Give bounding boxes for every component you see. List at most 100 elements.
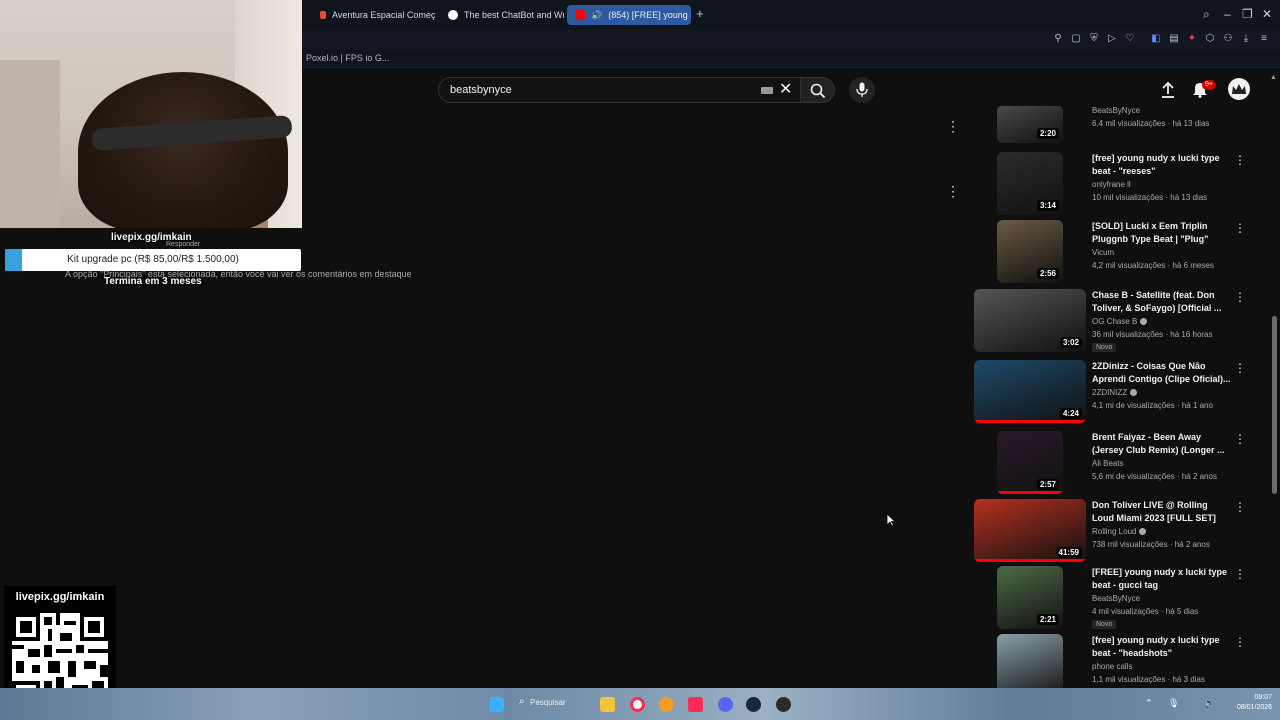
- channel-name[interactable]: Rolling Loud: [1092, 527, 1147, 536]
- channel-name-text: phone calls: [1092, 662, 1133, 671]
- bookmark-poxel[interactable]: Poxel.io | FPS io G...: [306, 53, 389, 63]
- video-thumbnail[interactable]: 2:21: [997, 566, 1063, 629]
- menu-icon[interactable]: ≡: [1258, 33, 1270, 45]
- pin-icon[interactable]: ⚲: [1052, 33, 1064, 45]
- taskbar-search-icon[interactable]: ⌕: [519, 696, 525, 707]
- fl-studio-icon[interactable]: [659, 697, 674, 712]
- clock[interactable]: 09:07 08/01/2026: [1237, 693, 1272, 713]
- channel-name[interactable]: onlyfrane ll: [1092, 180, 1131, 189]
- windows-start-icon[interactable]: [489, 697, 504, 712]
- channel-name[interactable]: phone calls: [1092, 662, 1132, 671]
- maximize-icon[interactable]: ❐: [1242, 7, 1253, 21]
- tab-youtube[interactable]: 🔊 (854) [FREE] young nu: [567, 5, 691, 25]
- video-thumbnail[interactable]: 3:02: [974, 289, 1086, 352]
- video-meta: 6,4 mil visualizações · há 13 dias: [1092, 119, 1210, 128]
- video-more-options-icon[interactable]: ⋮: [1234, 362, 1246, 374]
- obs-icon[interactable]: [776, 697, 791, 712]
- download-icon[interactable]: ⤓: [1240, 33, 1252, 45]
- video-title[interactable]: 2ZDinizz - Coisas Que Não Aprendi Contig…: [1092, 360, 1232, 386]
- translate-extension-icon[interactable]: ◧: [1150, 33, 1162, 45]
- video-more-options-icon[interactable]: ⋮: [1234, 291, 1246, 303]
- video-thumbnail[interactable]: 41:59: [974, 499, 1086, 562]
- channel-name[interactable]: 2ZDINIZZ: [1092, 388, 1138, 397]
- tab-chatbot[interactable]: The best ChatBot and Wri: [440, 5, 564, 25]
- video-title[interactable]: [free] young nudy x lucki type beat - "h…: [1092, 634, 1232, 660]
- minimize-icon[interactable]: –: [1224, 7, 1231, 21]
- more-options-icon[interactable]: ⋮: [946, 119, 960, 133]
- search-button[interactable]: [801, 77, 835, 103]
- shield-icon[interactable]: ⛨: [1088, 33, 1100, 45]
- sidebar-video-item[interactable]: 3:14 [free] young nudy x lucki type beat …: [974, 152, 1264, 218]
- video-thumbnail[interactable]: 2:56: [997, 220, 1063, 283]
- search-input[interactable]: beatsbynyce: [450, 84, 512, 96]
- video-more-options-icon[interactable]: ⋮: [1234, 501, 1246, 513]
- close-window-icon[interactable]: ✕: [1262, 7, 1272, 21]
- new-tab-button[interactable]: +: [696, 7, 704, 21]
- clear-search-icon[interactable]: ✕: [779, 81, 792, 99]
- tab-label: Aventura Espacial Começ: [332, 10, 436, 20]
- sidebar-video-item[interactable]: 2:21 [FREE] young nudy x lucki type beat …: [974, 566, 1264, 632]
- keyboard-icon[interactable]: [761, 87, 773, 94]
- search-box[interactable]: beatsbynyce ✕: [438, 77, 801, 103]
- video-title[interactable]: Don Toliver LIVE @ Rolling Loud Miami 20…: [1092, 499, 1232, 525]
- extensions-icon[interactable]: ⬡: [1204, 33, 1216, 45]
- profile-icon[interactable]: ⚇: [1222, 33, 1234, 45]
- crown-icon: [1232, 84, 1246, 94]
- screenshot-icon[interactable]: ▢: [1070, 33, 1082, 45]
- video-more-options-icon[interactable]: ⋮: [1234, 636, 1246, 648]
- voice-search-button[interactable]: [849, 77, 875, 103]
- video-title[interactable]: Chase B - Satellite (feat. Don Toliver, …: [1092, 289, 1232, 315]
- wallet-extension-icon[interactable]: ▤: [1168, 33, 1180, 45]
- avatar[interactable]: [1228, 78, 1250, 100]
- heart-icon[interactable]: ♡: [1124, 33, 1136, 45]
- tray-speaker-icon[interactable]: 🔈: [1204, 698, 1215, 709]
- video-more-options-icon[interactable]: ⋮: [1234, 222, 1246, 234]
- video-title[interactable]: Brent Faiyaz - Been Away (Jersey Club Re…: [1092, 431, 1232, 457]
- video-thumbnail[interactable]: 4:24: [974, 360, 1086, 423]
- discord-icon[interactable]: [718, 697, 733, 712]
- scrollbar[interactable]: [1272, 316, 1277, 494]
- tray-chevron-icon[interactable]: ⌃: [1145, 698, 1153, 709]
- channel-name[interactable]: Ali Beats: [1092, 459, 1124, 468]
- video-title[interactable]: [free] young nudy x lucki type beat - "r…: [1092, 152, 1232, 178]
- video-title[interactable]: [SOLD] Lucki x Eem Triplin Pluggnb Type …: [1092, 220, 1232, 246]
- tray-mic-icon[interactable]: 🎙: [1168, 698, 1179, 709]
- steam-icon[interactable]: [746, 697, 761, 712]
- video-meta: 4,1 mi de visualizações · há 1 ano: [1092, 401, 1213, 410]
- scroll-up-icon[interactable]: ▲: [1270, 74, 1277, 81]
- video-thumbnail[interactable]: 2:20: [997, 106, 1063, 143]
- video-meta: 4,2 mil visualizações · há 6 meses: [1092, 261, 1214, 270]
- sidebar-video-item[interactable]: 41:59 Don Toliver LIVE @ Rolling Loud Mia…: [974, 499, 1264, 565]
- video-more-options-icon[interactable]: ⋮: [1234, 568, 1246, 580]
- taskbar-search[interactable]: Pesquisar: [530, 698, 566, 707]
- channel-name[interactable]: Vicum: [1092, 248, 1114, 257]
- channel-name[interactable]: BeatsByNyce: [1092, 106, 1140, 115]
- music-app-icon[interactable]: [688, 697, 703, 712]
- speaker-icon: 🔊: [591, 9, 603, 20]
- video-title[interactable]: [FREE] young nudy x lucki type beat - gu…: [1092, 566, 1232, 592]
- video-thumbnail[interactable]: 3:14: [997, 152, 1063, 215]
- video-meta: 4 mil visualizações · há 5 dias: [1092, 607, 1199, 616]
- file-explorer-icon[interactable]: [600, 697, 615, 712]
- sidebar-video-item[interactable]: 4:24 2ZDinizz - Coisas Que Não Aprendi Co…: [974, 360, 1264, 426]
- play-icon[interactable]: ▷: [1106, 33, 1118, 45]
- video-more-options-icon[interactable]: ⋮: [1234, 154, 1246, 166]
- opera-icon[interactable]: [630, 697, 645, 712]
- sidebar-video-item[interactable]: 3:02 Chase B - Satellite (feat. Don Toliv…: [974, 289, 1264, 355]
- more-options-icon[interactable]: ⋮: [946, 184, 960, 198]
- channel-name[interactable]: OG Chase B: [1092, 317, 1148, 326]
- youtube-favicon-icon: [575, 10, 585, 20]
- sidebar-video-item[interactable]: [free] young nudy x lucki type beat - "h…: [974, 634, 1264, 688]
- video-duration: 3:14: [1036, 200, 1059, 211]
- tab-aventura-espacial[interactable]: Aventura Espacial Começ: [312, 5, 436, 25]
- notification-badge: 9+: [1202, 80, 1216, 90]
- upload-icon[interactable]: [1160, 81, 1176, 99]
- video-thumbnail[interactable]: 2:57: [997, 431, 1063, 494]
- channel-name[interactable]: BeatsByNyce: [1092, 594, 1140, 603]
- video-thumbnail[interactable]: [997, 634, 1063, 688]
- sidebar-video-item[interactable]: 2:56 [SOLD] Lucki x Eem Triplin Pluggnb T…: [974, 220, 1264, 286]
- search-tabs-icon[interactable]: ⌕: [1203, 7, 1210, 21]
- pin-extension-icon[interactable]: ✦: [1186, 33, 1198, 45]
- video-more-options-icon[interactable]: ⋮: [1234, 433, 1246, 445]
- sidebar-video-item[interactable]: 2:57 Brent Faiyaz - Been Away (Jersey Clu…: [974, 431, 1264, 497]
